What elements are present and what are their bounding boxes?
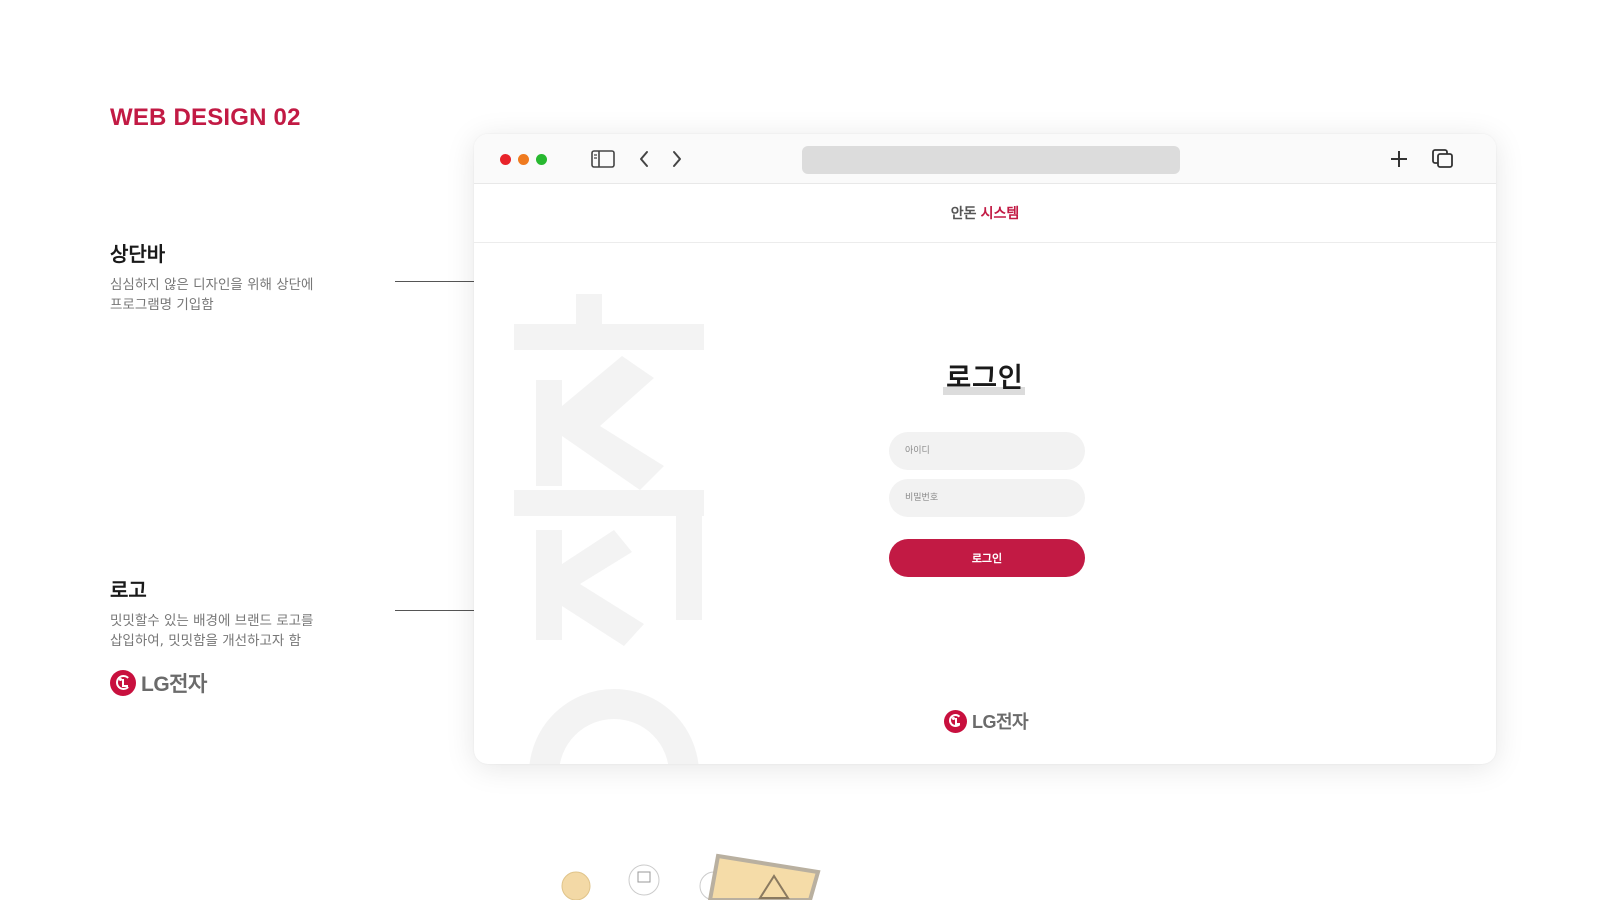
annotation-topbar-title: 상단바 [110, 242, 166, 266]
annotation-topbar: 상단바 심심하지 않은 디자인을 위해 상단에 프로그램명 기입함 [110, 238, 370, 315]
app-title-part1: 안돈 [950, 206, 977, 222]
new-tab-icon[interactable] [1386, 146, 1412, 172]
app-title-part2: 시스템 [980, 206, 1020, 222]
minimize-window-button[interactable] [518, 154, 529, 165]
annotation-logo-title: 로고 [110, 578, 147, 602]
address-bar[interactable] [802, 146, 1180, 174]
close-window-button[interactable] [500, 154, 511, 165]
annotation-logo-description: 밋밋할수 있는 배경에 브랜드 로고를 삽입하여, 밋밋함을 개선하고자 함 [110, 613, 314, 649]
login-heading: 로그인 [946, 363, 1024, 394]
annotation-topbar-description: 심심하지 않은 디자인을 위해 상단에 프로그램명 기입함 [110, 277, 314, 313]
side-brand-logo: LG전자 [110, 668, 207, 698]
browser-window: 안돈 시스템 로그인 로그인 LG전자 [474, 134, 1496, 764]
annotation-logo: 로고 밋밋할수 있는 배경에 브랜드 로고를 삽입하여, 밋밋함을 개선하고자 … [110, 574, 370, 651]
lg-face-icon [944, 709, 967, 733]
login-button[interactable]: 로그인 [889, 539, 1085, 577]
lg-face-icon [110, 670, 136, 696]
back-icon[interactable] [631, 146, 657, 172]
decorative-stickers [561, 853, 821, 900]
tabs-overview-icon[interactable] [1430, 146, 1456, 172]
footer-brand-logo: LG전자 [944, 708, 1029, 734]
brand-logo-text: LG전자 [141, 673, 207, 696]
id-input[interactable] [889, 432, 1085, 470]
forward-icon[interactable] [664, 146, 690, 172]
footer-logo-text: LG전자 [972, 712, 1029, 732]
browser-toolbar [474, 134, 1496, 184]
sidebar-icon[interactable] [590, 146, 616, 172]
app-top-bar: 안돈 시스템 [474, 184, 1496, 243]
password-input[interactable] [889, 479, 1085, 517]
page-heading: WEB DESIGN 02 [110, 104, 301, 131]
maximize-window-button[interactable] [536, 154, 547, 165]
